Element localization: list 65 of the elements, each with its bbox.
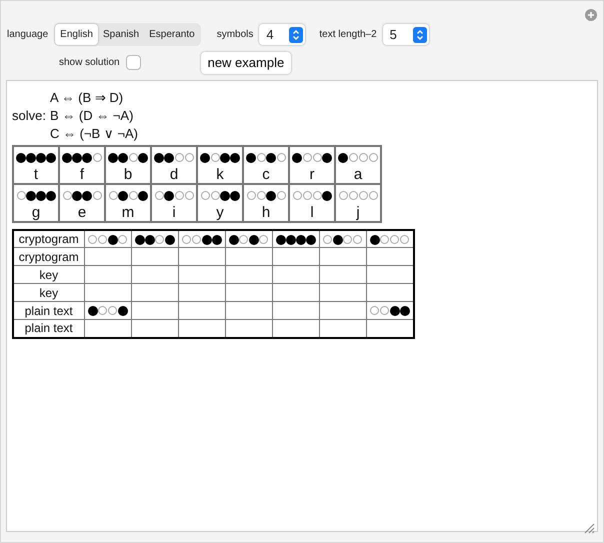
dot-pattern	[292, 190, 332, 201]
dot-pattern	[246, 152, 286, 163]
dot-pattern	[276, 234, 316, 245]
language-option[interactable]: Spanish	[98, 24, 144, 45]
dot-pattern	[108, 152, 148, 163]
dot-pattern	[292, 152, 332, 163]
dot-pattern	[228, 234, 268, 245]
row-label: key	[13, 266, 84, 284]
equation: C ⇔ (¬B ∨ ¬A)	[50, 124, 138, 142]
dot-pattern	[88, 234, 128, 245]
dot-pattern	[338, 191, 378, 200]
equation: B ⇔ (D ⇔ ¬A)	[50, 106, 134, 124]
resize-grip-icon[interactable]	[584, 523, 595, 534]
cipher-letter: y	[215, 204, 225, 220]
stepper-icon[interactable]	[289, 26, 304, 42]
row-label: key	[13, 284, 84, 302]
dot-pattern	[88, 306, 128, 316]
cipher-letter: j	[355, 204, 361, 220]
dot-pattern	[246, 190, 286, 201]
dot-pattern	[62, 152, 102, 163]
dot-pattern	[182, 234, 222, 245]
language-option[interactable]: Esperanto	[144, 24, 200, 45]
cipher-letter: t	[32, 166, 40, 182]
dot-pattern	[154, 152, 194, 163]
dot-pattern	[200, 152, 240, 163]
stepper-icon[interactable]	[412, 26, 427, 42]
dot-pattern	[322, 234, 362, 245]
solve-label: solve:	[12, 106, 46, 124]
cipher-letter: r	[308, 166, 316, 182]
symbols-label: symbols	[216, 28, 254, 42]
row-label: cryptogram	[13, 230, 84, 248]
dot-pattern	[134, 234, 174, 245]
dot-pattern	[16, 152, 56, 163]
cipher-letter: h	[260, 204, 272, 220]
row-label: plain text	[13, 302, 84, 320]
cipher-letter: d	[168, 166, 180, 182]
cipher-letter: b	[122, 166, 134, 182]
dot-pattern	[200, 190, 240, 201]
cipher-letter: c	[261, 166, 271, 182]
cipher-letter: g	[30, 204, 42, 220]
language-label: language	[7, 28, 48, 42]
cipher-letter: i	[171, 204, 177, 220]
show-solution-checkbox[interactable]	[126, 55, 141, 70]
new-example-button[interactable]: new example	[200, 52, 292, 74]
cipher-letter: l	[309, 204, 315, 220]
text-length-select[interactable]: 5	[382, 24, 429, 45]
show-solution-label: show solution	[59, 56, 120, 70]
dot-pattern	[154, 190, 194, 201]
cipher-letter: k	[215, 166, 225, 182]
dot-pattern	[62, 190, 102, 201]
dot-pattern	[370, 234, 410, 245]
dot-pattern	[370, 306, 410, 316]
cipher-letter: a	[352, 166, 364, 182]
cipher-letter: f	[78, 166, 86, 182]
dot-pattern	[338, 152, 378, 163]
dot-pattern	[108, 190, 148, 201]
text-length-label: text length–2	[319, 28, 377, 42]
cipher-letter: m	[120, 204, 136, 220]
symbols-select[interactable]: 4	[259, 24, 306, 45]
dot-pattern	[16, 190, 56, 201]
row-label: cryptogram	[13, 248, 84, 266]
add-icon[interactable]	[585, 9, 597, 21]
language-option[interactable]: English	[55, 24, 98, 45]
cipher-letter: e	[76, 204, 88, 220]
equation: A ⇔ (B ⇒ D)	[50, 88, 124, 106]
